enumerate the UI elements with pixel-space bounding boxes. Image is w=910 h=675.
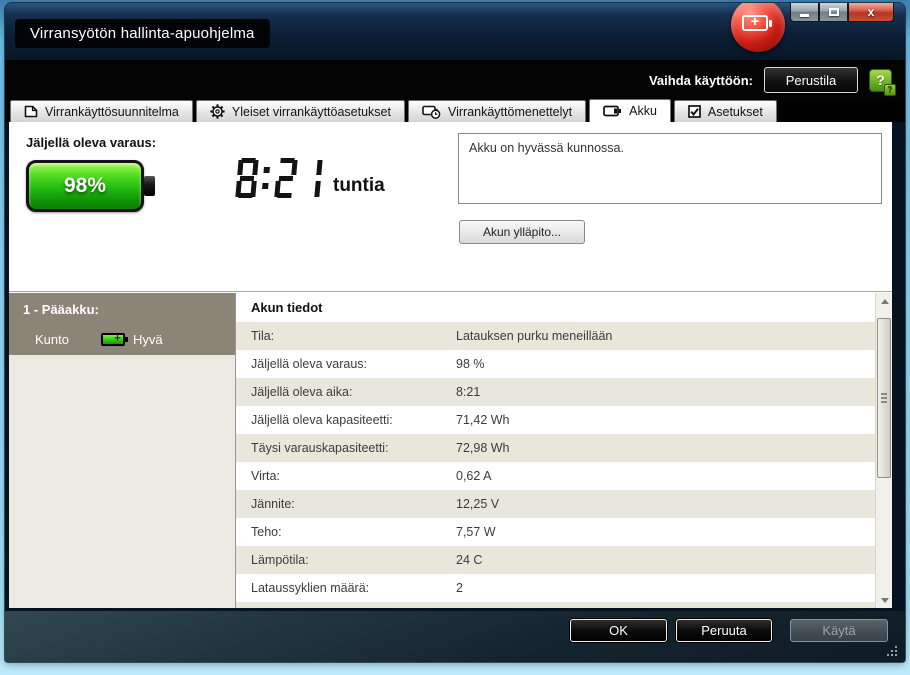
battery-maintenance-button[interactable]: Akun ylläpito... [459,220,585,244]
battery-icon [603,105,622,117]
tab-label: Virrankäyttömenettelyt [447,104,573,119]
battery-app-icon: + [731,3,785,52]
row-value: 71,42 Wh [456,413,510,427]
arrow-down-icon [880,597,889,603]
row-label: Jännite: [251,497,295,511]
condition-label: Kunto [35,332,69,347]
row-label: Virta: [251,469,280,483]
tab-label: Asetukset [707,104,763,119]
table-row: Teho: 7,57 W [236,518,892,546]
tab-label: Yleiset virrankäyttöasetukset [231,104,391,119]
desktop-aero-frame: Virransyötön hallinta-apuohjelma + x Vai… [0,0,910,675]
maximize-icon [828,8,839,16]
row-label: Jäljellä oleva varaus: [251,357,368,371]
cancel-button[interactable]: Peruuta [676,619,772,642]
window-controls: x [790,3,894,22]
minimize-icon [800,13,809,17]
gear-icon [210,104,225,119]
row-value: 12,25 V [456,497,500,511]
arrow-up-icon [880,298,889,304]
footer-bar: OK Peruuta Käytä [5,611,905,662]
tab-label: Virrankäyttösuunnitelma [45,104,179,119]
battery-list-panel: 1 - Pääakku: Kunto + Hyvä [9,293,236,608]
ok-button[interactable]: OK [570,619,667,642]
apply-button[interactable]: Käytä [790,619,888,642]
tab-label: Akku [629,104,657,118]
command-bar: Vaihda käyttöön: Perustila ? ? [5,60,905,100]
row-label: Jäljellä oleva kapasiteetti: [251,413,393,427]
table-row: Lämpötila: 24 C [236,546,892,574]
mode-switch-label: Vaihda käyttöön: [648,72,753,88]
battery-tab-content: Jäljellä oleva varaus: 98% tuntia Akku o… [9,122,892,608]
row-value: 72,98 Wh [456,441,510,455]
battery-details-table: Tila: Latauksen purku meneillään Jäljell… [236,322,892,608]
tab-battery[interactable]: Akku [589,99,671,122]
help-icon[interactable]: ? ? [869,68,896,96]
tab-strip: Virrankäyttösuunnitelma Yleiset virrankä… [5,99,905,122]
row-label: Lataussyklien määrä: [251,581,370,595]
battery-condition-row: Kunto + Hyvä [23,331,235,348]
checkbox-icon [688,105,701,118]
tab-power-plan[interactable]: Virrankäyttösuunnitelma [10,100,193,122]
scrollbar-thumb[interactable] [877,318,891,478]
battery-detail-split: 1 - Pääakku: Kunto + Hyvä Akun tiedot Ti… [9,293,892,608]
resize-grip[interactable] [895,654,897,656]
power-manager-window: Virransyötön hallinta-apuohjelma + x Vai… [5,3,905,662]
tab-global-power-settings[interactable]: Yleiset virrankäyttöasetukset [195,100,405,122]
seven-segment-clock [235,158,323,198]
plus-glyph: + [113,331,121,345]
battery-status-box: Akku on hyvässä kunnossa. [458,133,882,204]
row-value: Latauksen purku meneillään [456,329,613,343]
battery-overview-section: Jäljellä oleva varaus: 98% tuntia Akku o… [9,122,892,292]
details-scrollbar[interactable] [875,293,892,608]
row-label: Teho: [251,525,282,539]
power-plan-icon [24,105,38,118]
row-value: 98 % [456,357,485,371]
row-value: 24 C [456,553,483,567]
tab-settings[interactable]: Asetukset [673,100,777,122]
row-label: Lämpötila: [251,553,309,567]
row-label: Jäljellä oleva aika: [251,385,353,399]
scroll-down-button[interactable] [876,592,892,608]
row-value: 2 [456,581,463,595]
close-icon: x [867,5,875,19]
row-value: 7,57 W [456,525,496,539]
table-row: Lataussyklien määrä: 2 [236,574,892,602]
table-row: Virta: 0,62 A [236,462,892,490]
scroll-up-button[interactable] [876,293,892,309]
mini-battery-icon: + [101,331,128,346]
row-label: Täysi varauskapasiteetti: [251,441,389,455]
basic-mode-button[interactable]: Perustila [764,67,858,93]
close-button[interactable]: x [848,3,894,22]
battery-clock-icon [422,105,441,119]
table-row: Täysi varauskapasiteetti: 72,98 Wh [236,434,892,462]
battery-details-panel: Akun tiedot Tila: Latauksen purku meneil… [236,293,892,608]
help-badge-icon: ? [884,83,896,96]
row-value: 8:21 [456,385,481,399]
row-label: Tila: [251,329,275,343]
tab-power-policies[interactable]: Virrankäyttömenettelyt [407,100,587,122]
battery-charge-indicator: 98% [26,160,155,212]
plus-glyph: + [750,13,760,30]
remaining-charge-label: Jäljellä oleva varaus: [26,135,157,150]
charge-percent: 98% [63,174,107,197]
condition-value: Hyvä [133,332,163,347]
maximize-button[interactable] [819,3,848,22]
details-title: Akun tiedot [251,300,323,315]
time-remaining-display: tuntia [235,158,385,198]
title-bar: Virransyötön hallinta-apuohjelma + x [5,3,905,60]
row-value: 0,62 A [456,469,492,483]
minimize-button[interactable] [790,3,819,22]
table-row: Tila: Latauksen purku meneillään [236,322,892,350]
table-row: Jäljellä oleva varaus: 98 % [236,350,892,378]
window-title: Virransyötön hallinta-apuohjelma [15,19,270,48]
table-row: Jännite: 12,25 V [236,490,892,518]
battery-list-item-selected[interactable]: 1 - Pääakku: Kunto + Hyvä [9,293,235,355]
table-row: Jäljellä oleva aika: 8:21 [236,378,892,406]
time-unit-label: tuntia [333,175,385,196]
table-row: Jäljellä oleva kapasiteetti: 71,42 Wh [236,406,892,434]
battery-item-title: 1 - Pääakku: [23,302,99,317]
